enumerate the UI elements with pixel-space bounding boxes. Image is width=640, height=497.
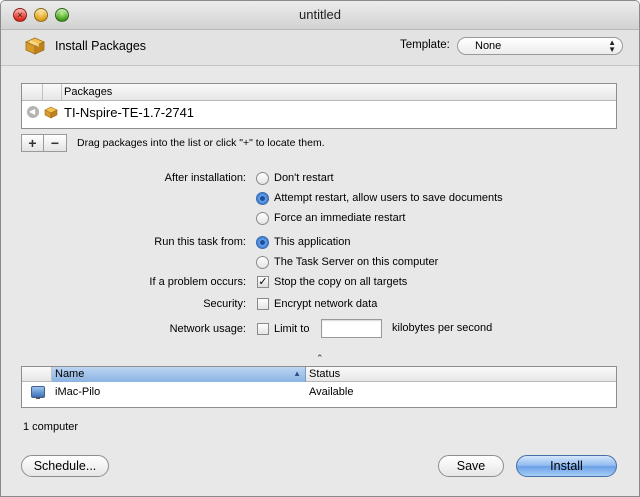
package-icon (44, 106, 58, 119)
title-bar: × untitled (1, 1, 639, 30)
security-label: Security: (203, 298, 246, 310)
install-packages-window: × untitled Install Packages Template: No… (0, 0, 640, 497)
add-package-button[interactable]: + (22, 135, 44, 151)
column-separator (51, 367, 52, 382)
save-button[interactable]: Save (438, 455, 504, 477)
package-box-icon (25, 37, 45, 55)
radio-button-selected[interactable] (256, 236, 269, 249)
radio-button[interactable] (256, 172, 269, 185)
computer-row[interactable]: iMac-Pilo Available (22, 383, 616, 403)
disclosure-arrow-icon[interactable]: ◀ (27, 106, 39, 118)
radio-label: This application (274, 236, 351, 248)
checkmark-icon: ✓ (258, 276, 268, 288)
template-value: None (475, 40, 502, 52)
computer-status: Available (309, 386, 354, 398)
computers-table[interactable]: Name ▲ Status iMac-Pilo Available (21, 366, 617, 408)
package-name: TI-Nspire-TE-1.7-2741 (64, 105, 195, 120)
checkbox[interactable] (257, 298, 269, 310)
packages-table-header: Packages (22, 84, 616, 101)
radio-label: Attempt restart, allow users to save doc… (274, 192, 503, 204)
radio-button[interactable] (256, 212, 269, 225)
checkbox-label: Encrypt network data (274, 298, 378, 310)
computer-name: iMac-Pilo (55, 386, 101, 398)
template-select[interactable]: None ▲ ▼ (457, 37, 623, 55)
radio-button-selected[interactable] (256, 192, 269, 205)
column-separator (42, 84, 43, 101)
schedule-button[interactable]: Schedule... (21, 455, 109, 477)
select-arrows-icon: ▲ ▼ (608, 38, 616, 54)
network-usage-label: Network usage: (169, 323, 246, 335)
task-header: Install Packages Template: None ▲ ▼ (1, 30, 639, 66)
radio-label: Don't restart (274, 172, 334, 184)
packages-column-header[interactable]: Packages (64, 86, 112, 98)
checkbox-checked[interactable]: ✓ (257, 276, 269, 288)
package-hint: Drag packages into the list or click "+"… (77, 137, 325, 149)
computer-count: 1 computer (23, 421, 79, 433)
checkbox-label: Stop the copy on all targets (274, 276, 408, 288)
packages-table[interactable]: Packages ◀ TI-Nspire-TE-1.7-2741 (21, 83, 617, 129)
problem-label: If a problem occurs: (149, 276, 246, 288)
run-task-from-label: Run this task from: (154, 236, 246, 248)
remove-package-button[interactable]: − (44, 135, 66, 151)
bandwidth-unit-label: kilobytes per second (392, 322, 493, 334)
status-column-header[interactable]: Status (309, 368, 340, 380)
radio-label: The Task Server on this computer (274, 256, 439, 268)
name-column-header[interactable]: Name ▲ (52, 367, 306, 382)
split-view-handle-icon[interactable]: ⌃ (316, 353, 324, 364)
computers-table-header: Name ▲ Status (22, 367, 616, 382)
name-column-label: Name (55, 368, 85, 380)
package-add-remove-buttons: + − (21, 134, 67, 152)
sort-ascending-icon: ▲ (293, 369, 301, 378)
column-separator (61, 84, 62, 101)
checkbox-label: Limit to (274, 323, 310, 335)
package-row[interactable]: ◀ TI-Nspire-TE-1.7-2741 (22, 102, 616, 124)
after-installation-label: After installation: (164, 172, 246, 184)
radio-label: Force an immediate restart (274, 212, 406, 224)
task-title: Install Packages (55, 39, 147, 53)
window-title: untitled (299, 7, 341, 22)
checkbox[interactable] (257, 323, 269, 335)
radio-button[interactable] (256, 256, 269, 269)
bandwidth-limit-input[interactable] (321, 319, 382, 338)
computer-monitor-icon (31, 386, 45, 399)
template-label: Template: (400, 39, 450, 51)
install-button[interactable]: Install (516, 455, 617, 477)
